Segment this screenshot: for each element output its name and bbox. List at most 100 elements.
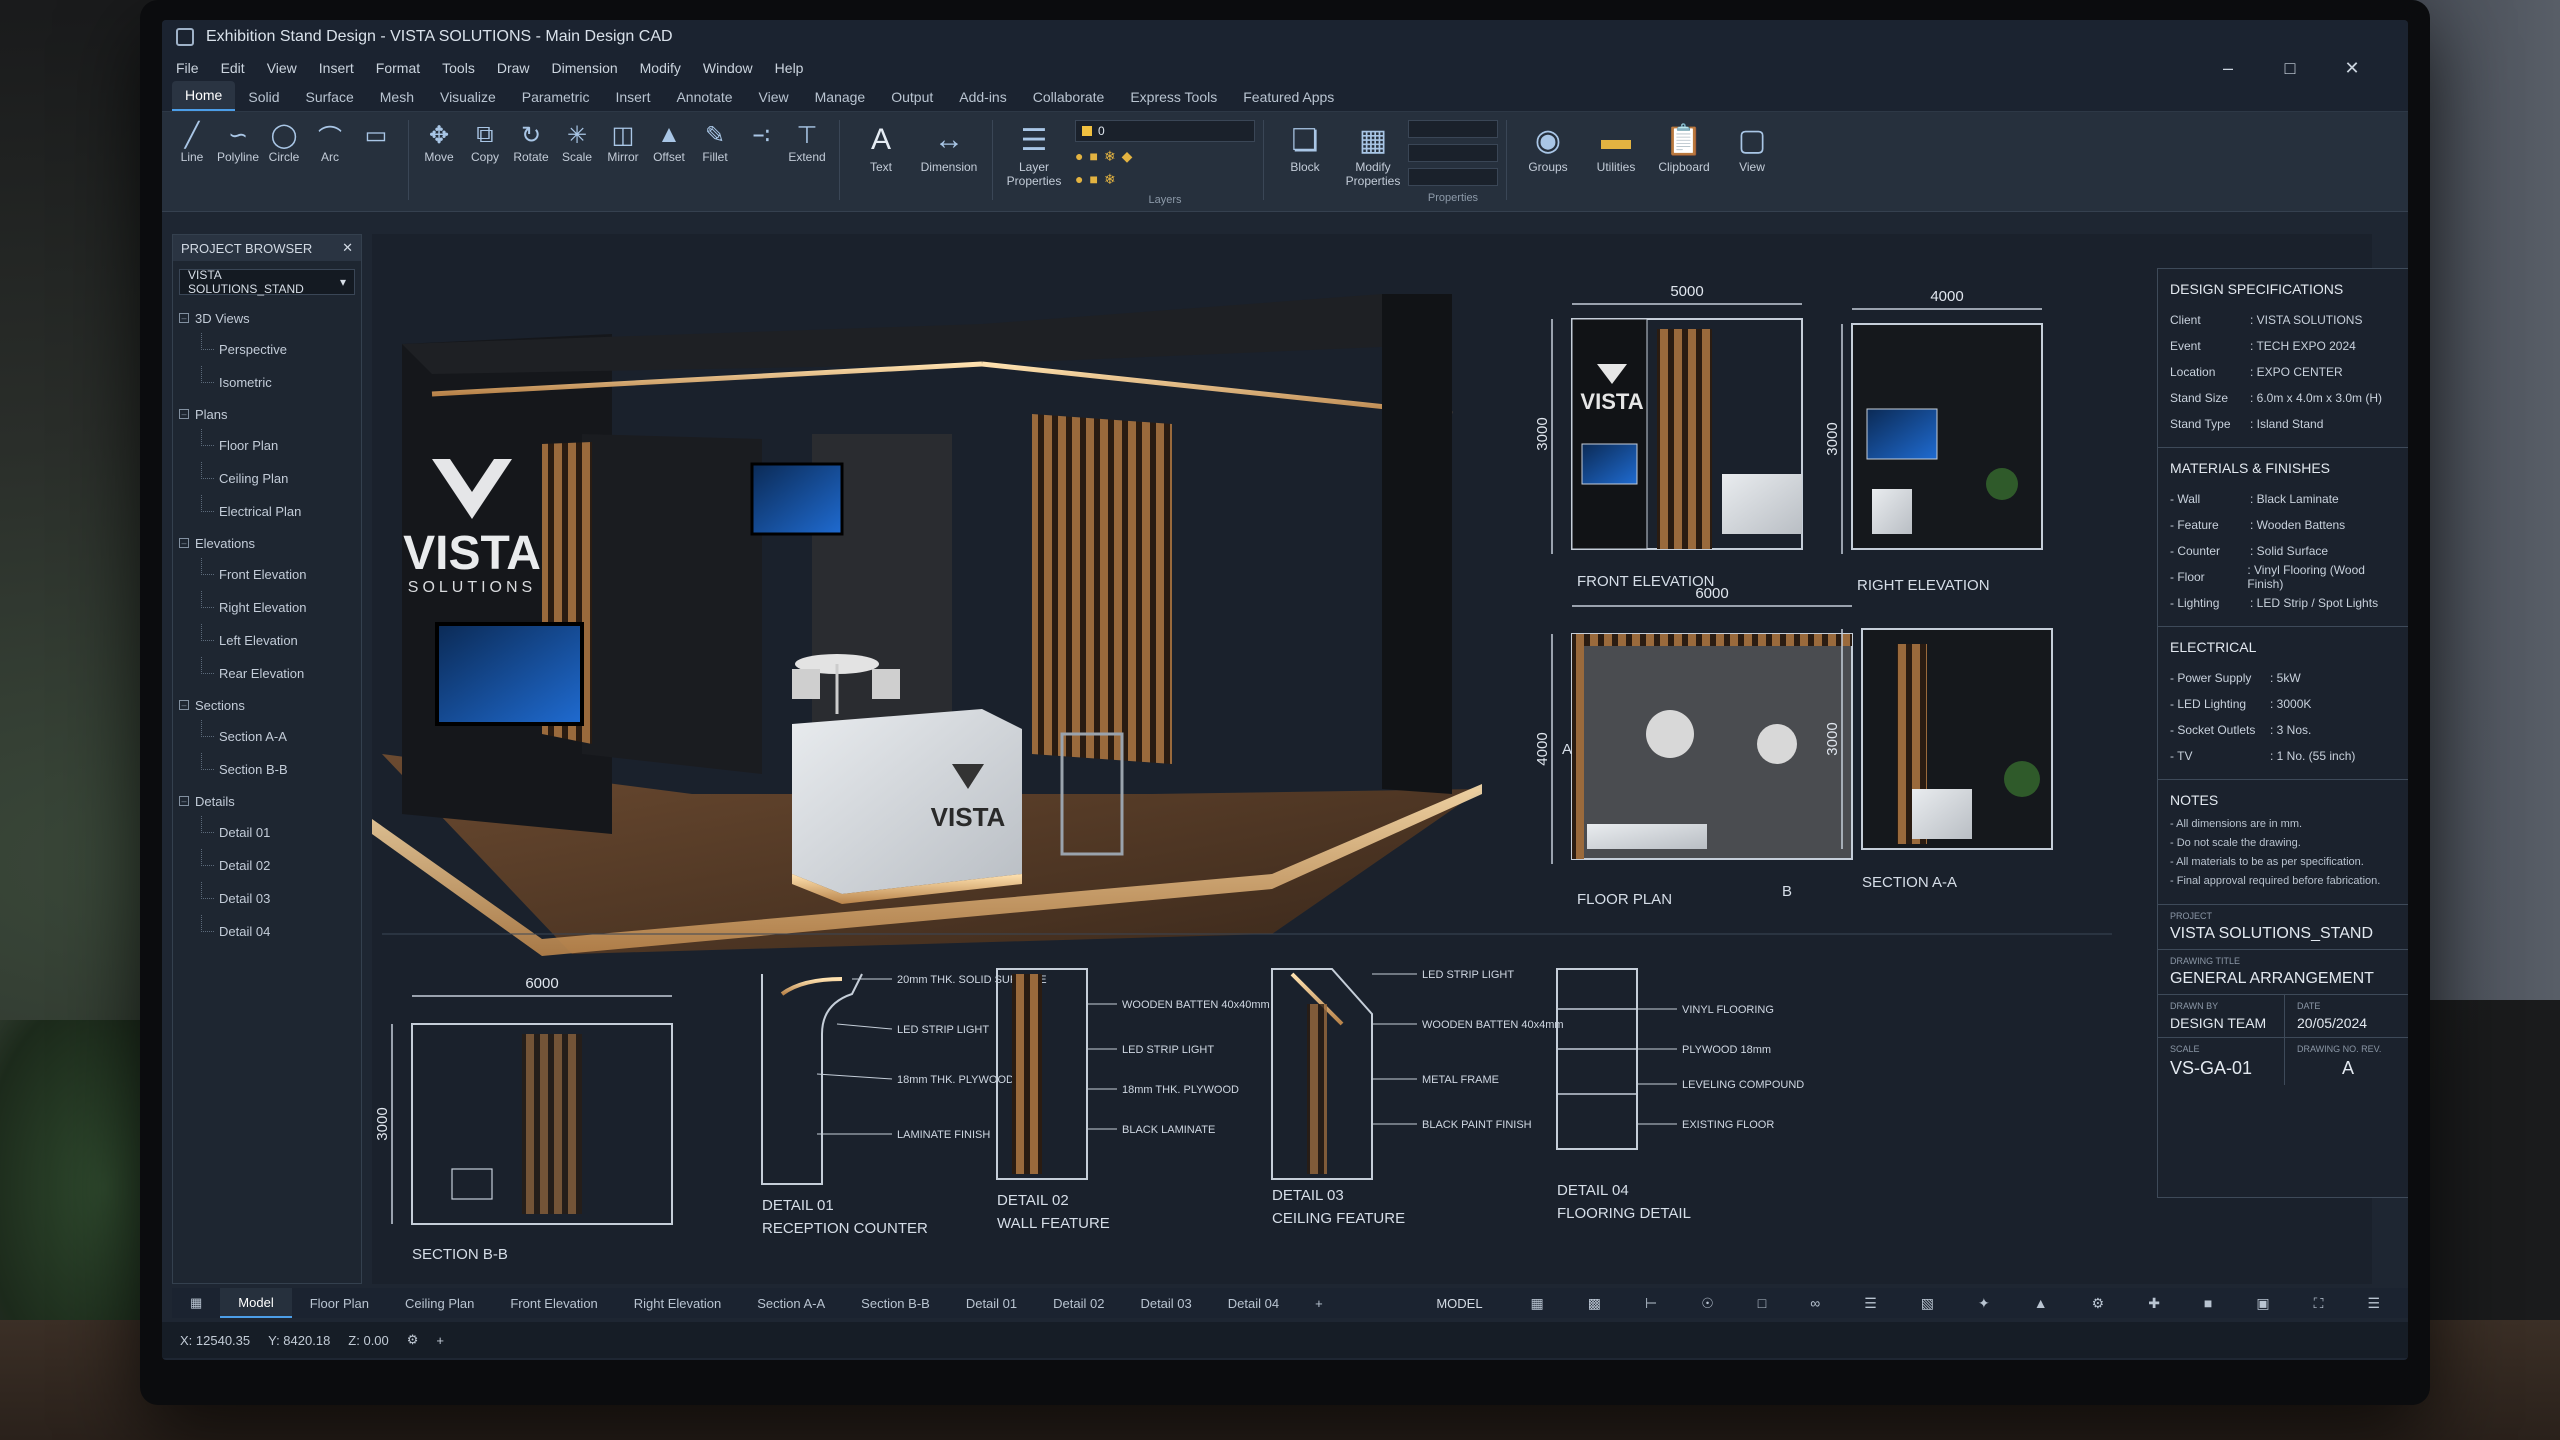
customize-menu-icon[interactable]: ☰ xyxy=(2349,1295,2398,1312)
block-button[interactable]: ❏ Block xyxy=(1272,120,1338,175)
ortho-icon[interactable]: ⊢ xyxy=(1627,1295,1675,1312)
circle-tool[interactable]: ◯ Circle xyxy=(262,120,306,165)
model-space-label[interactable]: MODEL xyxy=(1418,1296,1500,1311)
tab-detail-02[interactable]: Detail 02 xyxy=(1035,1296,1122,1311)
menu-window[interactable]: Window xyxy=(703,60,753,76)
tab-express-tools[interactable]: Express Tools xyxy=(1117,83,1230,111)
tree-item-detail-01[interactable]: Detail 01 xyxy=(179,816,361,849)
tree-group-3d-views[interactable]: –3D Views xyxy=(179,303,361,333)
layer-dropdown[interactable]: 0 xyxy=(1075,120,1255,142)
menu-edit[interactable]: Edit xyxy=(221,60,245,76)
layer-merge-icon[interactable]: ❄ xyxy=(1104,171,1116,188)
drawing-canvas[interactable]: VISTA SOLUTIONS VISTA 5000 3000 VISTA FR… xyxy=(372,234,2372,1284)
tab-floor-plan[interactable]: Floor Plan xyxy=(292,1296,387,1311)
collapse-icon[interactable]: – xyxy=(179,409,189,419)
tab-front-elevation[interactable]: Front Elevation xyxy=(492,1296,615,1311)
tree-item-electrical-plan[interactable]: Electrical Plan xyxy=(179,495,361,528)
tab-model[interactable]: Model xyxy=(220,1288,292,1318)
tree-item-right-elevation[interactable]: Right Elevation xyxy=(179,591,361,624)
tree-item-detail-04[interactable]: Detail 04 xyxy=(179,915,361,948)
rectangle-tool[interactable]: ▭ xyxy=(354,120,398,150)
match-layer-icon[interactable]: ◆ xyxy=(1122,148,1133,165)
tab-section-a-a[interactable]: Section A-A xyxy=(739,1296,843,1311)
crosshair-icon[interactable]: ✚ xyxy=(2130,1295,2178,1312)
polyline-tool[interactable]: ∽ Polyline xyxy=(216,120,260,165)
tree-item-ceiling-plan[interactable]: Ceiling Plan xyxy=(179,462,361,495)
tab-mesh[interactable]: Mesh xyxy=(367,83,427,111)
tree-item-rear-elevation[interactable]: Rear Elevation xyxy=(179,657,361,690)
tree-group-sections[interactable]: – Sections xyxy=(179,690,361,720)
freeze-icon[interactable]: ❄ xyxy=(1104,148,1116,165)
menu-format[interactable]: Format xyxy=(376,60,420,76)
array-tool[interactable]: ∹ xyxy=(739,120,783,150)
tree-group-plans[interactable]: – Plans xyxy=(179,399,361,429)
layout-menu-icon[interactable]: ▦ xyxy=(172,1295,220,1311)
annotation-scale-icon[interactable]: ▲ xyxy=(2016,1295,2066,1312)
menu-insert[interactable]: Insert xyxy=(319,60,354,76)
menu-draw[interactable]: Draw xyxy=(497,60,530,76)
bulb-icon[interactable]: ● xyxy=(1075,148,1083,165)
maximize-icon[interactable]: □ xyxy=(2270,58,2310,79)
close-icon[interactable]: ✕ xyxy=(342,240,353,256)
collapse-icon[interactable]: – xyxy=(179,700,189,710)
close-icon[interactable]: ✕ xyxy=(2332,58,2372,79)
fillet-tool[interactable]: ✎ Fillet xyxy=(693,120,737,165)
menu-modify[interactable]: Modify xyxy=(640,60,681,76)
tab-collaborate[interactable]: Collaborate xyxy=(1020,83,1118,111)
project-dropdown[interactable]: VISTA SOLUTIONS_STAND ▾ xyxy=(179,268,355,296)
lock-icon[interactable]: ■ xyxy=(1089,148,1097,165)
tab-manage[interactable]: Manage xyxy=(802,83,879,111)
fullscreen-icon[interactable]: ⛶ xyxy=(2296,1295,2342,1312)
tree-item-perspective[interactable]: Perspective xyxy=(179,333,361,366)
isolate-icon[interactable]: ■ xyxy=(2186,1295,2230,1312)
tree-item-detail-03[interactable]: Detail 03 xyxy=(179,882,361,915)
grid-icon[interactable]: ▦ xyxy=(1513,1295,1562,1312)
tab-section-b-b[interactable]: Section B-B xyxy=(843,1296,948,1311)
tab-detail-03[interactable]: Detail 03 xyxy=(1122,1296,1209,1311)
tab-home[interactable]: Home xyxy=(172,81,236,111)
menu-dimension[interactable]: Dimension xyxy=(552,60,618,76)
lineweight-icon[interactable]: ☰ xyxy=(1846,1295,1895,1312)
add-icon[interactable]: + xyxy=(436,1333,444,1348)
collapse-icon[interactable]: – xyxy=(179,313,189,323)
tab-parametric[interactable]: Parametric xyxy=(509,83,603,111)
tab-output[interactable]: Output xyxy=(878,83,946,111)
snap-icon[interactable]: ▩ xyxy=(1570,1295,1619,1312)
layer-iso-icon[interactable]: ● xyxy=(1075,171,1083,188)
tab-featured-apps[interactable]: Featured Apps xyxy=(1230,83,1347,111)
scale-tool[interactable]: ✳ Scale xyxy=(555,120,599,165)
layer-walk-icon[interactable]: ■ xyxy=(1089,171,1097,188)
move-tool[interactable]: ✥ Move xyxy=(417,120,461,165)
menu-help[interactable]: Help xyxy=(775,60,804,76)
workspace-gear-icon[interactable]: ⚙ xyxy=(2074,1295,2123,1312)
line-tool[interactable]: ╱ Line xyxy=(170,120,214,165)
settings-gear-icon[interactable]: ⚙ xyxy=(407,1332,419,1348)
groups-button[interactable]: ◉ Groups xyxy=(1515,120,1581,175)
color-dropdown[interactable] xyxy=(1408,120,1498,138)
transparency-icon[interactable]: ▧ xyxy=(1903,1295,1952,1312)
polar-icon[interactable]: ☉ xyxy=(1683,1295,1732,1312)
tree-group-details[interactable]: – Details xyxy=(179,786,361,816)
clipboard-button[interactable]: 📋 Clipboard xyxy=(1651,120,1717,175)
view-button[interactable]: ▢ View xyxy=(1719,120,1785,175)
tree-item-isometric[interactable]: Isometric xyxy=(179,366,361,399)
tab-view[interactable]: View xyxy=(746,83,802,111)
tree-item-floor-plan[interactable]: Floor Plan xyxy=(179,429,361,462)
tab-add-ins[interactable]: Add-ins xyxy=(946,83,1019,111)
otrack-icon[interactable]: ∞ xyxy=(1792,1295,1838,1312)
mirror-tool[interactable]: ◫ Mirror xyxy=(601,120,645,165)
collapse-icon[interactable]: – xyxy=(179,538,189,548)
osnap-icon[interactable]: □ xyxy=(1740,1295,1784,1312)
tree-item-section-a-a[interactable]: Section A-A xyxy=(179,720,361,753)
menu-view[interactable]: View xyxy=(267,60,297,76)
lineweight-dropdown[interactable] xyxy=(1408,168,1498,186)
tab-detail-01[interactable]: Detail 01 xyxy=(948,1296,1035,1311)
hardware-icon[interactable]: ▣ xyxy=(2238,1295,2287,1312)
tree-group-elevations[interactable]: – Elevations xyxy=(179,528,361,558)
modify-properties-button[interactable]: ▦ Modify Properties xyxy=(1340,120,1406,189)
selection-cycling-icon[interactable]: ✦ xyxy=(1960,1295,2008,1312)
tree-item-front-elevation[interactable]: Front Elevation xyxy=(179,558,361,591)
dimension-tool[interactable]: ↔ Dimension xyxy=(916,120,982,174)
menu-tools[interactable]: Tools xyxy=(442,60,475,76)
offset-tool[interactable]: ▲ Offset xyxy=(647,120,691,164)
